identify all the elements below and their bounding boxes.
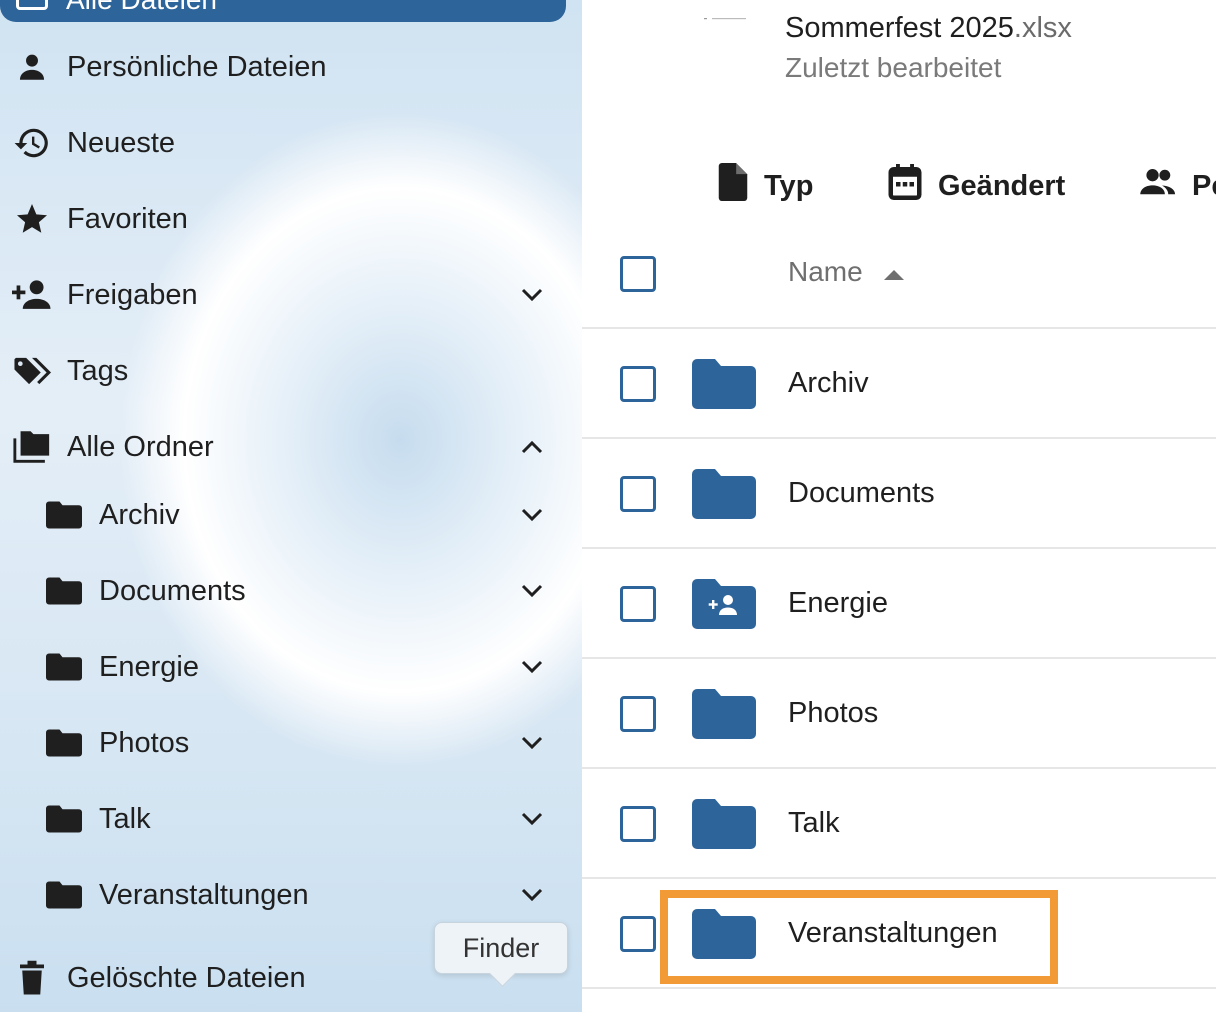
divider	[582, 767, 1216, 769]
select-all-checkbox[interactable]	[620, 256, 656, 292]
chevron-down-icon[interactable]	[516, 279, 548, 311]
trash-icon	[12, 958, 52, 998]
nav-folder-energie[interactable]: Energie	[0, 637, 566, 697]
divider	[582, 327, 1216, 329]
nav-item-favorites[interactable]: Favoriten	[0, 189, 566, 249]
folder-icon	[44, 571, 84, 611]
recent-file-name: Sommerfest 2025.xlsx	[785, 12, 1072, 44]
person-icon	[12, 47, 52, 87]
divider	[582, 547, 1216, 549]
row-checkbox[interactable]	[620, 696, 656, 732]
divider	[582, 657, 1216, 659]
chevron-down-icon[interactable]	[516, 803, 548, 835]
nav-item-label: Favoriten	[67, 202, 188, 235]
divider	[582, 437, 1216, 439]
navigation-sidebar: Alle Dateien Persönliche Dateien Neueste…	[0, 0, 582, 1012]
filter-type-label: Typ	[764, 169, 814, 202]
nav-folder-documents[interactable]: Documents	[0, 561, 566, 621]
share-person-icon	[12, 275, 52, 315]
file-list-main: Sommerfest 2025.xlsx Zuletzt bearbeitet …	[582, 0, 1216, 1012]
sort-ascending-icon	[883, 256, 905, 288]
nav-folder-talk[interactable]: Talk	[0, 789, 566, 849]
column-header-name: Name	[788, 256, 863, 287]
nav-item-label: Neueste	[67, 126, 176, 159]
people-icon	[1140, 167, 1176, 205]
filter-modified-label: Geändert	[938, 169, 1066, 202]
calendar-icon	[888, 164, 922, 208]
nav-item-recent[interactable]: Neueste	[0, 113, 566, 173]
nav-item-all-folders[interactable]: Alle Ordner	[0, 417, 566, 477]
nav-item-label: Photos	[99, 726, 190, 759]
file-thumbnail-icon	[704, 18, 746, 20]
filter-people-button[interactable]: Pe	[1140, 164, 1216, 208]
filter-modified-button[interactable]: Geändert	[888, 164, 1065, 208]
divider	[582, 987, 1216, 989]
divider	[582, 877, 1216, 879]
row-checkbox[interactable]	[620, 586, 656, 622]
nav-item-label: Alle Ordner	[67, 430, 214, 463]
shared-folder-icon	[692, 579, 756, 629]
nav-folder-veranstaltungen[interactable]: Veranstaltungen	[0, 865, 566, 925]
chevron-down-icon[interactable]	[516, 575, 548, 607]
sort-by-name-header[interactable]: Name	[788, 256, 905, 288]
nav-item-label: Alle Dateien	[66, 0, 217, 16]
chevron-up-icon[interactable]	[516, 431, 548, 463]
folder-icon	[692, 799, 756, 849]
nav-item-tags[interactable]: Tags	[0, 341, 566, 401]
folder-icon	[44, 875, 84, 915]
nav-folder-photos[interactable]: Photos	[0, 713, 566, 773]
row-checkbox[interactable]	[620, 476, 656, 512]
row-name: Energie	[788, 587, 888, 619]
folder-icon	[692, 689, 756, 739]
folder-icon	[44, 799, 84, 839]
chevron-down-icon[interactable]	[516, 651, 548, 683]
nav-item-label: Documents	[99, 574, 246, 607]
row-name: Photos	[788, 697, 879, 729]
row-name: Veranstaltungen	[788, 917, 998, 949]
row-name: Talk	[788, 807, 840, 839]
folder-multiple-icon	[16, 0, 48, 10]
nav-item-label: Freigaben	[67, 278, 198, 311]
nav-item-label: Persönliche Dateien	[67, 50, 327, 83]
row-checkbox[interactable]	[620, 366, 656, 402]
nav-item-label: Archiv	[99, 498, 180, 531]
nav-item-shares[interactable]: Freigaben	[0, 265, 566, 325]
nav-folder-archiv[interactable]: Archiv	[0, 485, 566, 545]
nav-item-label: Talk	[99, 802, 151, 835]
tags-icon	[12, 351, 52, 391]
history-icon	[12, 123, 52, 163]
folder-icon	[692, 909, 756, 959]
row-checkbox[interactable]	[620, 806, 656, 842]
nav-item-label: Gelöschte Dateien	[67, 961, 306, 994]
folders-icon	[12, 427, 52, 467]
row-name: Documents	[788, 477, 935, 509]
tooltip-finder: Finder	[434, 922, 568, 974]
nav-item-label: Veranstaltungen	[99, 878, 309, 911]
row-name: Archiv	[788, 367, 869, 399]
folder-icon	[44, 647, 84, 687]
folder-icon	[692, 359, 756, 409]
row-checkbox[interactable]	[620, 916, 656, 952]
folder-icon	[44, 495, 84, 535]
chevron-down-icon[interactable]	[516, 499, 548, 531]
recent-file-subtitle: Zuletzt bearbeitet	[785, 52, 1002, 83]
nav-item-personal-files[interactable]: Persönliche Dateien	[0, 37, 566, 97]
folder-icon	[44, 723, 84, 763]
filter-people-label: Pe	[1192, 169, 1216, 202]
folder-icon	[692, 469, 756, 519]
nav-item-label: Tags	[67, 354, 129, 387]
chevron-down-icon[interactable]	[516, 727, 548, 759]
file-icon	[718, 163, 748, 209]
nav-item-all-files[interactable]: Alle Dateien	[0, 0, 566, 22]
chevron-down-icon[interactable]	[516, 879, 548, 911]
filter-type-button[interactable]: Typ	[718, 163, 814, 209]
star-icon	[12, 199, 52, 239]
nav-item-label: Energie	[99, 650, 199, 683]
